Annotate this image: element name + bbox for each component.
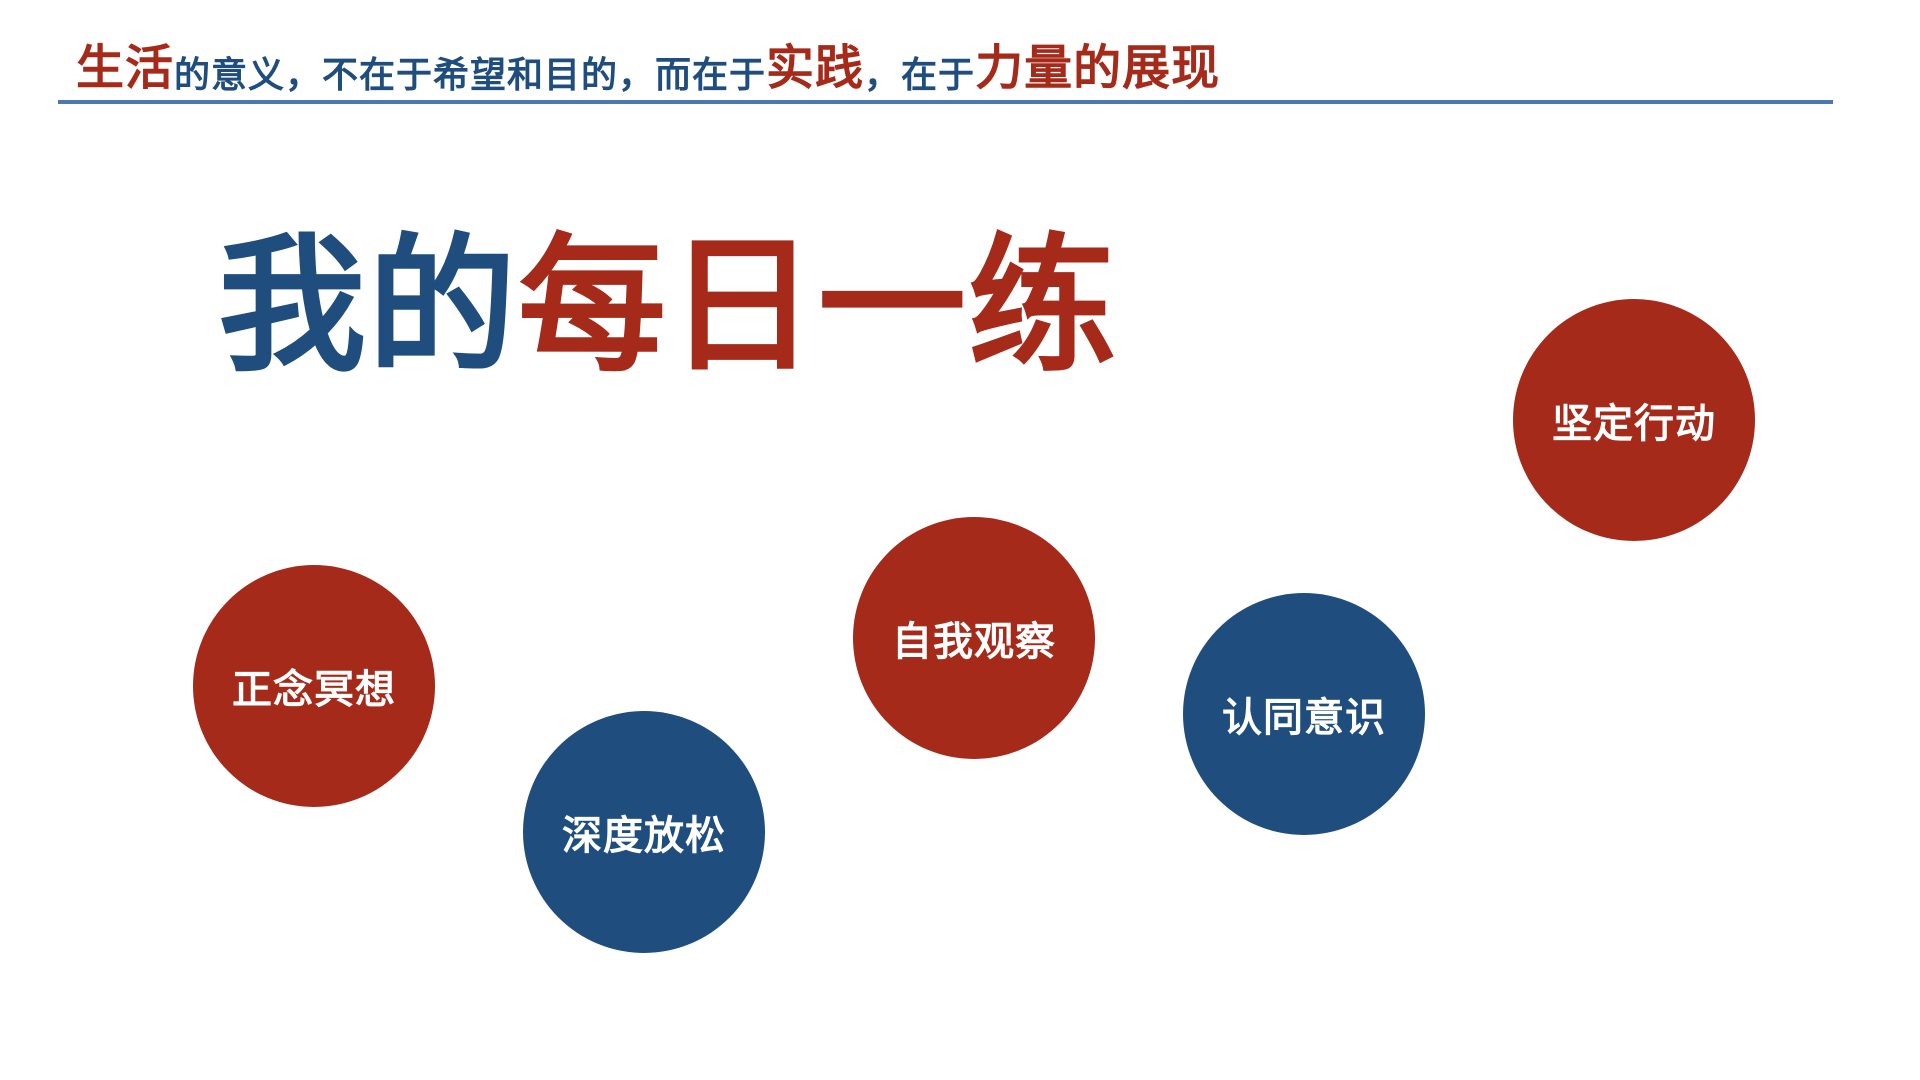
practice-circle-relaxation: 深度放松 xyxy=(523,711,765,953)
header-segment-1: 生活 xyxy=(76,40,175,96)
practice-label: 正念冥想 xyxy=(232,667,396,713)
practice-circle-firm-action: 坚定行动 xyxy=(1513,299,1755,541)
header-quote: 生活 的意义，不在于希望和目的，而在于 实践 ，在于 力量的展现 xyxy=(76,28,1220,98)
title-part-1: 我的 xyxy=(218,220,518,392)
practice-circle-self-observation: 自我观察 xyxy=(853,517,1095,759)
practice-label: 坚定行动 xyxy=(1552,401,1716,447)
practice-label: 认同意识 xyxy=(1222,695,1386,741)
header-segment-2: 的意义，不在于希望和目的，而在于 xyxy=(174,55,767,96)
practice-label: 深度放松 xyxy=(562,813,726,859)
title-part-2: 每日一练 xyxy=(518,220,1118,392)
practice-circle-mindfulness: 正念冥想 xyxy=(193,565,435,807)
header-segment-5: 力量的展现 xyxy=(975,40,1221,96)
practice-circle-identity-awareness: 认同意识 xyxy=(1183,593,1425,835)
slide: 生活 的意义，不在于希望和目的，而在于 实践 ，在于 力量的展现 我的每日一练 … xyxy=(0,0,1920,1080)
practice-label: 自我观察 xyxy=(892,619,1056,665)
header-segment-4: ，在于 xyxy=(864,55,976,96)
page-title: 我的每日一练 xyxy=(218,232,1118,380)
header-divider xyxy=(58,100,1833,104)
header-segment-3: 实践 xyxy=(766,40,865,96)
